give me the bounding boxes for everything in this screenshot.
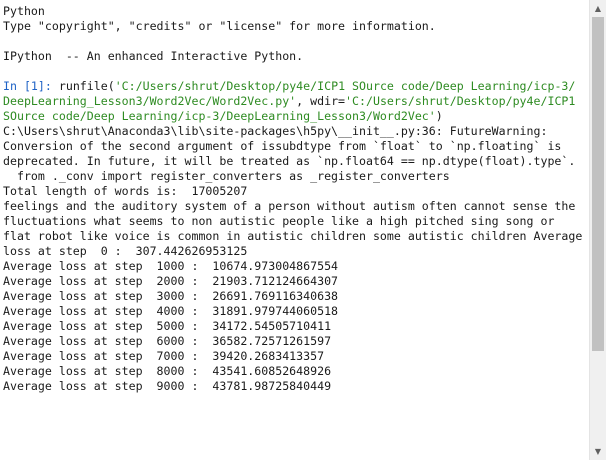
scroll-up-arrow-icon[interactable]: ▲	[590, 0, 606, 17]
vertical-scrollbar[interactable]: ▲ ▼	[589, 0, 606, 460]
loss-output: Average loss at step 6000 : 36582.725712…	[3, 334, 332, 348]
wdir-path-part1: 'C:/Users/shrut/Desktop/py4e/ICP1	[345, 94, 576, 108]
loss-output: Average loss at step 5000 : 34172.545057…	[3, 319, 332, 333]
warning-line: from ._conv import register_converters a…	[3, 169, 450, 183]
input-line: DeepLearning_Lesson3/Word2Vec/Word2Vec.p…	[0, 94, 589, 109]
wdir-path-part2: SOurce code/Deep Learning/icp-3/DeepLear…	[3, 109, 436, 123]
loss-output: Average loss at step 9000 : 43781.987258…	[3, 379, 332, 393]
text-output: flat robot like voice is common in autis…	[3, 229, 583, 243]
runfile-call: runfile(	[51, 79, 115, 93]
runfile-path-part2: DeepLearning_Lesson3/Word2Vec/Word2Vec.p…	[3, 94, 297, 108]
warning-line: C:\Users\shrut\Anaconda3\lib\site-packag…	[3, 124, 548, 138]
loss-output: Average loss at step 8000 : 43541.608526…	[3, 364, 332, 378]
runfile-close: )	[435, 109, 443, 123]
loss-output: Average loss at step 1000 : 10674.973004…	[3, 259, 339, 273]
loss-output: Average loss at step 3000 : 26691.769116…	[3, 289, 339, 303]
banner-python: Python	[3, 4, 45, 18]
warning-line: deprecated. In future, it will be treate…	[3, 154, 576, 168]
loss-output: Average loss at step 7000 : 39420.268341…	[3, 349, 325, 363]
scroll-down-arrow-icon[interactable]: ▼	[590, 443, 606, 460]
input-line: In [1]: runfile('C:/Users/shrut/Desktop/…	[0, 79, 589, 94]
text-output: feelings and the auditory system of a pe…	[3, 199, 576, 213]
ipython-console[interactable]: Python Type "copyright", "credits" or "l…	[0, 0, 589, 460]
banner-ipython: IPython -- An enhanced Interactive Pytho…	[3, 49, 304, 63]
loss-output: loss at step 0 : 307.442626953125	[3, 244, 248, 258]
banner-help: Type "copyright", "credits" or "license"…	[3, 19, 436, 33]
text-output: fluctuations what seems to non autistic …	[3, 214, 555, 228]
input-prompt: In [1]:	[3, 79, 52, 93]
loss-output: Average loss at step 2000 : 21903.712124…	[3, 274, 339, 288]
input-line: SOurce code/Deep Learning/icp-3/DeepLear…	[0, 109, 589, 124]
wdir-label: , wdir=	[296, 94, 346, 108]
warning-line: Conversion of the second argument of iss…	[3, 139, 562, 153]
total-length-output: Total length of words is: 17005207	[3, 184, 248, 198]
runfile-path-part1: 'C:/Users/shrut/Desktop/py4e/ICP1 SOurce…	[114, 79, 576, 93]
loss-output: Average loss at step 4000 : 31891.979744…	[3, 304, 339, 318]
scrollbar-thumb[interactable]	[592, 17, 604, 351]
